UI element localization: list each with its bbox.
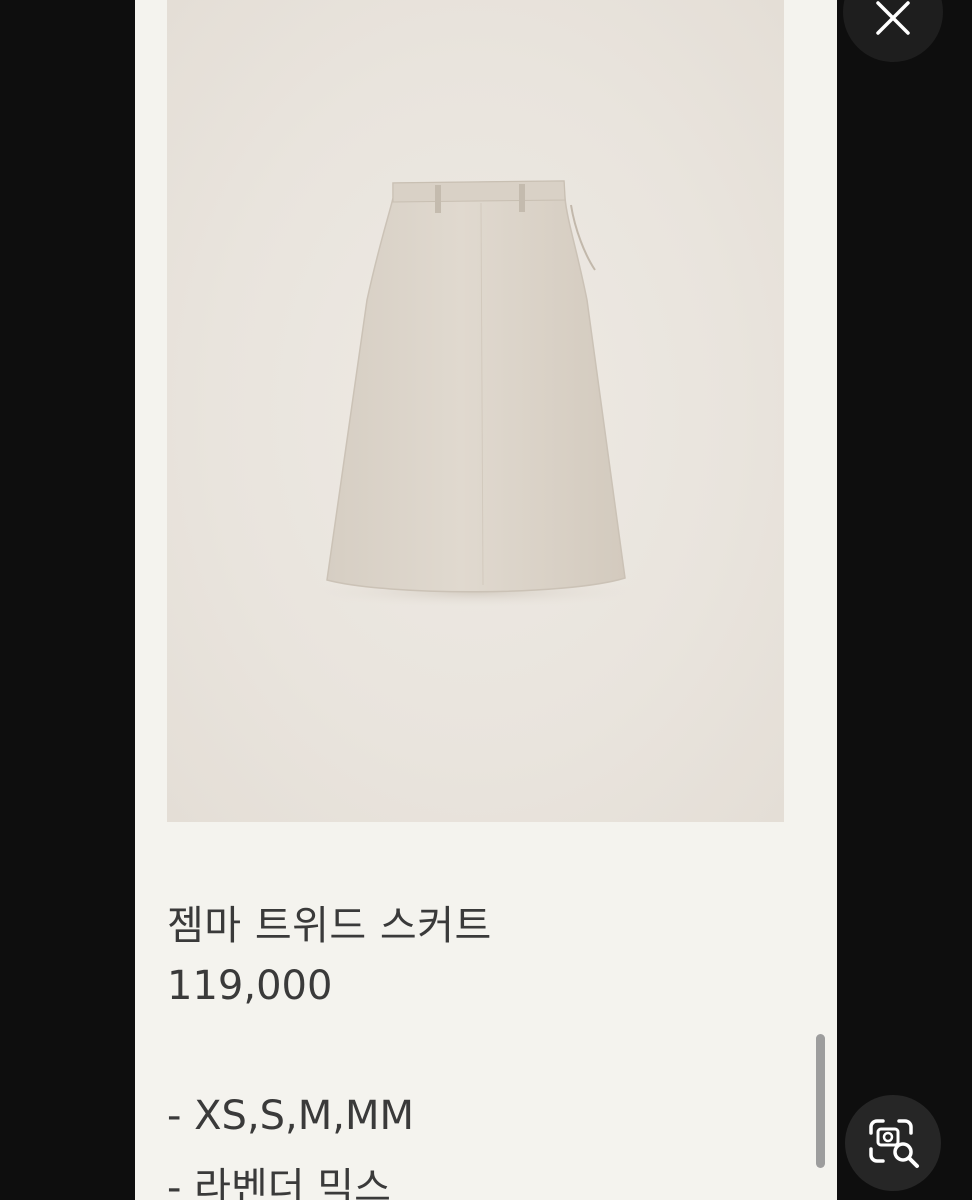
skirt-waistband <box>392 180 566 203</box>
product-detail-page: 젬마 트위드 스커트 119,000 - XS,S,M,MM - 라벤더 믹스 <box>135 0 837 1200</box>
close-button[interactable] <box>843 0 943 62</box>
visual-search-button[interactable] <box>845 1095 941 1191</box>
belt-loop-left <box>435 185 441 213</box>
product-name: 젬마 트위드 스커트 <box>167 903 492 949</box>
visual-search-icon <box>869 1119 919 1168</box>
belt-loop-right <box>519 184 525 212</box>
product-price: 119,000 <box>167 963 333 1009</box>
skirt-illustration <box>300 180 650 608</box>
product-size-options: - XS,S,M,MM <box>167 1093 415 1139</box>
close-icon <box>876 1 910 35</box>
scrollbar[interactable] <box>816 1034 825 1168</box>
product-image[interactable] <box>167 0 784 822</box>
product-color-option: - 라벤더 믹스 <box>167 1165 391 1200</box>
